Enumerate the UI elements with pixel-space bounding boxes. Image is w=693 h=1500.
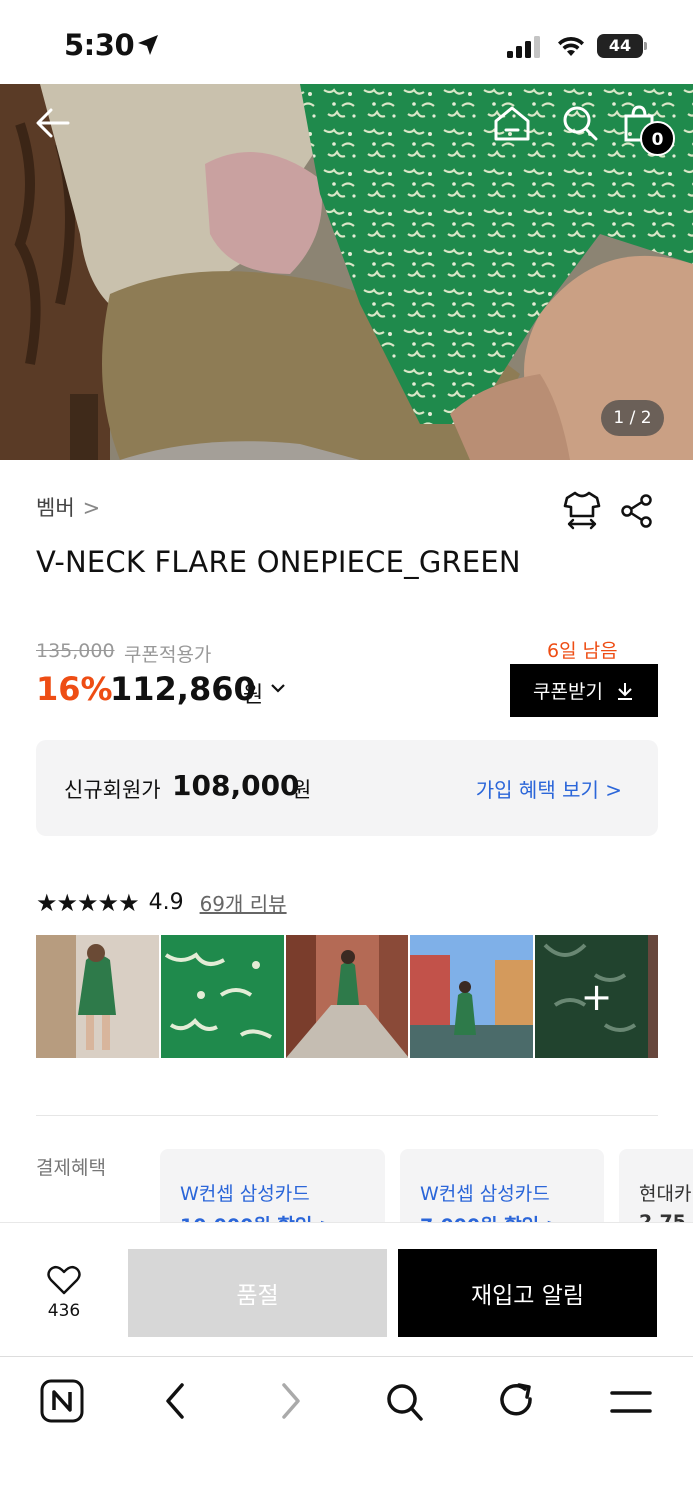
card-name: 현대카 (639, 1183, 692, 1205)
rating-stars: ★★★★★ (36, 888, 140, 917)
review-photo[interactable] (410, 935, 534, 1058)
image-pager: 1 / 2 (601, 400, 664, 436)
signup-benefits-link[interactable]: 가입 혜택 보기 > (476, 774, 622, 803)
browser-forward-icon[interactable] (276, 1379, 306, 1423)
card-name: W컨셉 삼성카드 (180, 1183, 310, 1205)
soldout-button[interactable]: 품절 (128, 1249, 387, 1337)
member-currency: 원 (292, 778, 312, 802)
section-divider (36, 1115, 658, 1116)
payment-benefits-label: 결제혜택 (36, 1157, 106, 1179)
product-image-carousel[interactable]: 1 / 2 (0, 84, 693, 460)
days-left-label: 6일 남음 (547, 640, 618, 662)
new-member-price-box: 신규회원가 108,000 원 가입 혜택 보기 > (36, 740, 658, 836)
browser-toolbar (0, 1356, 693, 1500)
purchase-action-bar: 436 품절 재입고 알림 (0, 1222, 693, 1356)
original-price: 135,000 (36, 640, 115, 662)
browser-back-icon[interactable] (160, 1379, 190, 1423)
location-arrow-icon (138, 35, 158, 55)
restock-alert-button[interactable]: 재입고 알림 (398, 1249, 657, 1337)
review-count-link[interactable]: 69개 리뷰 (200, 888, 287, 917)
member-price-label: 신규회원가 (64, 778, 161, 802)
menu-icon[interactable] (610, 1379, 652, 1423)
back-arrow-icon[interactable] (34, 104, 72, 142)
battery-level: 44 (597, 34, 643, 58)
card-name: W컨셉 삼성카드 (420, 1183, 550, 1205)
search-icon[interactable] (561, 104, 599, 142)
share-icon[interactable] (620, 494, 654, 528)
heart-icon (47, 1265, 81, 1295)
brand-link[interactable]: 벰버 > (36, 492, 100, 522)
discount-percent: 16% (36, 670, 113, 708)
brand-name: 벰버 (36, 496, 75, 520)
download-icon (617, 682, 632, 700)
coupon-button-label: 쿠폰받기 (533, 681, 603, 703)
member-price: 108,000 (172, 769, 300, 802)
battery-indicator: 44 (597, 34, 647, 58)
like-button[interactable]: 436 (40, 1265, 88, 1321)
reload-icon[interactable] (497, 1379, 537, 1423)
home-icon[interactable] (493, 104, 531, 142)
sale-price: 112,860 (110, 670, 256, 708)
product-title: V-NECK FLARE ONEPIECE_GREEN (36, 545, 521, 579)
wifi-icon (558, 36, 584, 56)
currency-label: 원 (243, 683, 264, 708)
more-photos-plus: + (535, 935, 658, 1058)
rating-row: ★★★★★ 4.9 69개 리뷰 (36, 888, 287, 917)
review-photo-strip: + (36, 935, 658, 1058)
naver-n-icon[interactable] (40, 1379, 84, 1423)
cart-count-badge: 0 (640, 121, 675, 156)
review-photo[interactable] (285, 935, 409, 1058)
review-photo-more[interactable]: + (535, 935, 658, 1058)
browser-search-icon[interactable] (384, 1379, 424, 1423)
brand-chevron: > (82, 496, 101, 520)
coupon-download-button[interactable]: 쿠폰받기 (510, 664, 658, 717)
coupon-price-note: 쿠폰적용가 (124, 644, 212, 666)
rating-score: 4.9 (148, 890, 184, 915)
price-detail-chevron-icon[interactable] (270, 682, 286, 694)
cellular-signal-icon (507, 36, 540, 58)
status-bar: 5:30 44 (0, 0, 693, 84)
status-time: 5:30 (64, 28, 135, 62)
tshirt-size-icon[interactable] (563, 490, 601, 530)
review-photo[interactable] (36, 935, 159, 1058)
review-photo[interactable] (160, 935, 284, 1058)
like-count: 436 (47, 1301, 81, 1321)
